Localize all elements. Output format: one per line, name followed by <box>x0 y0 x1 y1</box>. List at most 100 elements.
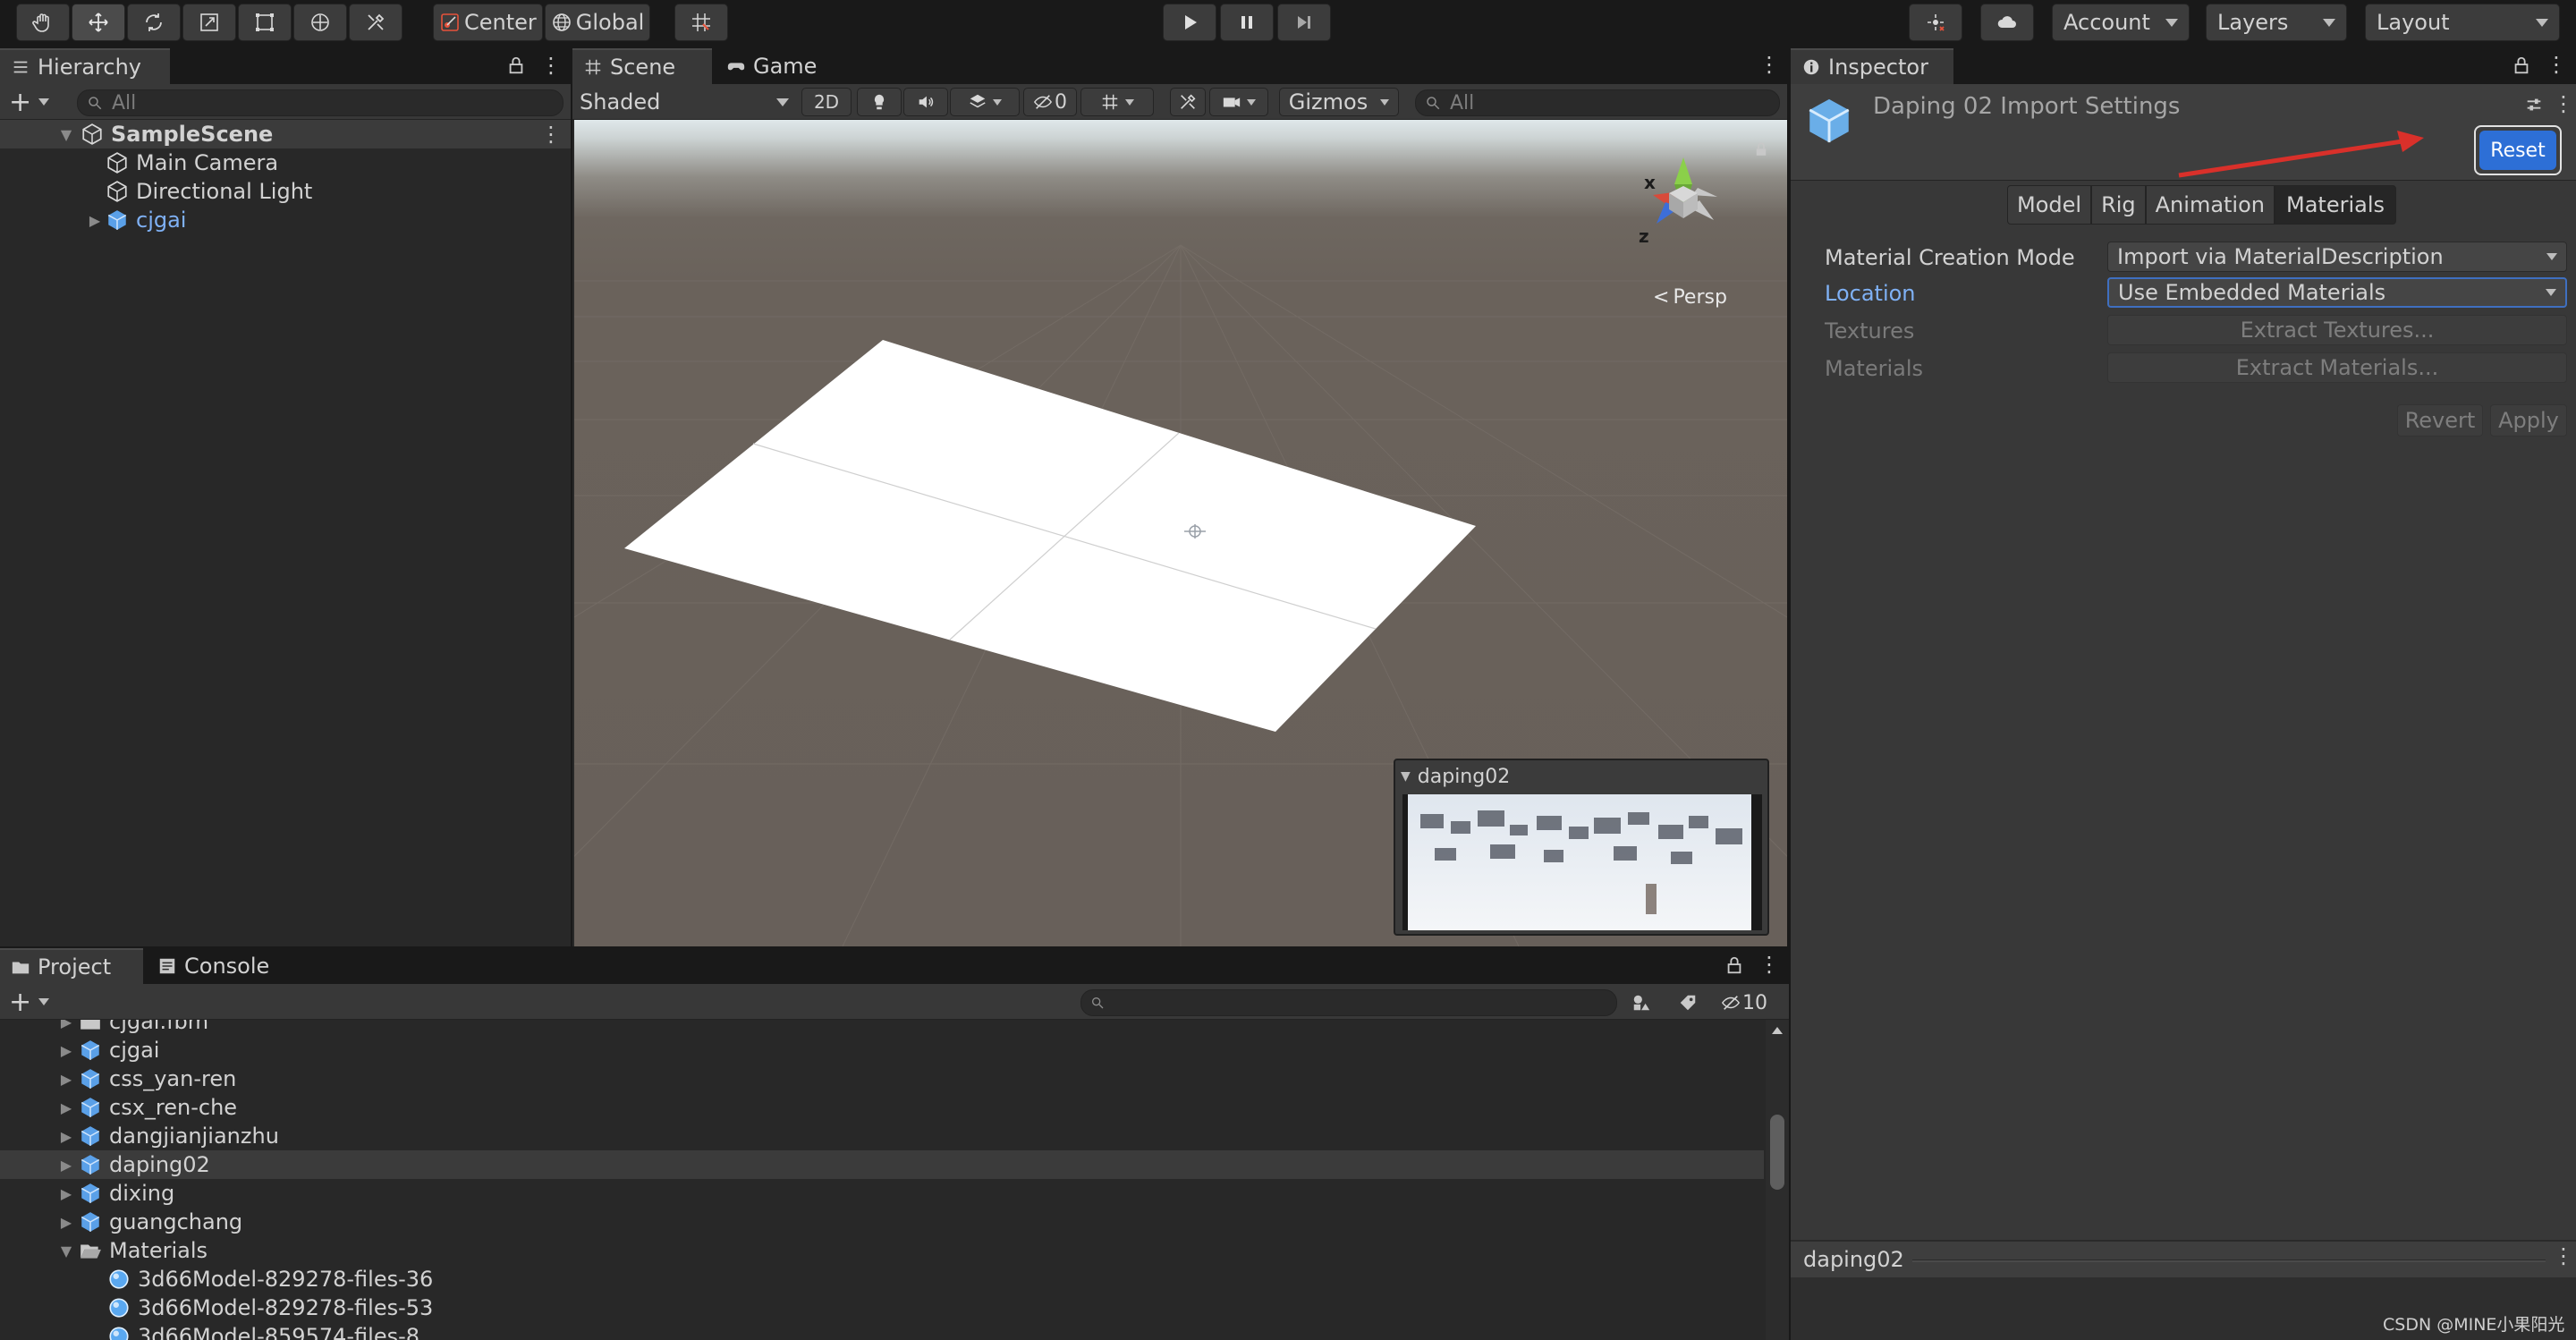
hidden-objects-toggle[interactable]: 0 <box>1023 88 1077 116</box>
lock-icon[interactable] <box>1753 141 1769 157</box>
collapse-arrow-icon[interactable]: ▼ <box>1401 769 1411 784</box>
audio-toggle[interactable] <box>903 88 948 116</box>
grid-toggle[interactable] <box>1080 88 1154 116</box>
project-model-item[interactable]: ▶ dangjianjianzhu <box>0 1122 1764 1150</box>
reset-button[interactable]: Reset <box>2479 131 2556 170</box>
lock-icon[interactable] <box>2512 55 2531 75</box>
layers-dropdown[interactable]: Layers <box>2206 4 2347 41</box>
project-material-item[interactable]: 3d66Model-859574-files-8 <box>0 1322 1764 1340</box>
kebab-menu-icon[interactable]: ⋮ <box>2546 52 2567 77</box>
kebab-menu-icon[interactable]: ⋮ <box>1758 952 1780 977</box>
project-model-item[interactable]: ▶ cjgai <box>0 1036 1764 1064</box>
apply-button[interactable]: Apply <box>2490 404 2567 437</box>
lock-icon[interactable] <box>1724 955 1744 975</box>
creation-mode-dropdown[interactable]: Import via MaterialDescription <box>2107 242 2567 272</box>
project-search-input[interactable] <box>1080 989 1617 1016</box>
tab-scene[interactable]: Scene <box>572 48 712 84</box>
tab-inspector[interactable]: Inspector <box>1791 48 1953 84</box>
play-button[interactable] <box>1163 4 1216 41</box>
camera-dropdown[interactable] <box>1209 88 1268 116</box>
lock-icon[interactable] <box>506 55 526 75</box>
custom-tool-button[interactable] <box>349 4 402 41</box>
project-material-item[interactable]: 3d66Model-829278-files-36 <box>0 1265 1764 1293</box>
tools-toggle[interactable] <box>1170 88 1206 116</box>
pivot-global-toggle[interactable]: Global <box>544 4 651 41</box>
expand-arrow-icon[interactable]: ▶ <box>57 1071 75 1088</box>
project-model-item[interactable]: ▶ dixing <box>0 1179 1764 1208</box>
projection-toggle[interactable]: < Persp <box>1653 284 1727 310</box>
lighting-toggle[interactable] <box>857 88 902 116</box>
kebab-menu-icon[interactable]: ⋮ <box>540 54 562 79</box>
tab-materials[interactable]: Materials <box>2275 185 2397 225</box>
project-scrollbar[interactable] <box>1766 1020 1789 1340</box>
tab-model[interactable]: Model <box>2007 185 2092 225</box>
filter-type-icon[interactable] <box>1631 993 1651 1013</box>
tab-project[interactable]: Project <box>0 948 143 984</box>
project-folder-item[interactable]: ▶ cjgai.fbm <box>0 1020 1764 1036</box>
label-tag-icon[interactable] <box>1678 993 1698 1013</box>
project-add-button[interactable]: + <box>9 987 50 1018</box>
shading-mode-dropdown[interactable]: Shaded <box>580 86 796 118</box>
pause-button[interactable] <box>1220 4 1274 41</box>
expand-arrow-icon[interactable]: ▼ <box>57 126 75 143</box>
scale-tool-button[interactable] <box>182 4 236 41</box>
project-material-item[interactable]: 3d66Model-829278-files-53 <box>0 1293 1764 1322</box>
hand-tool-button[interactable] <box>16 4 70 41</box>
hierarchy-add-button[interactable]: + <box>9 87 50 118</box>
tab-hierarchy[interactable]: Hierarchy <box>0 48 170 84</box>
scroll-up-arrow-icon[interactable] <box>1772 1027 1783 1034</box>
project-model-item[interactable]: ▶ css_yan-ren <box>0 1064 1764 1093</box>
hierarchy-item-directional-light[interactable]: Directional Light <box>0 177 312 206</box>
project-model-item[interactable]: ▶ guangchang <box>0 1208 1764 1236</box>
tab-animation[interactable]: Animation <box>2145 185 2275 225</box>
hierarchy-search-input[interactable]: All <box>77 89 564 116</box>
revert-button[interactable]: Revert <box>2397 404 2483 437</box>
kebab-menu-icon[interactable]: ⋮ <box>540 122 562 147</box>
project-model-item[interactable]: ▶ csx_ren-che <box>0 1093 1764 1122</box>
account-dropdown[interactable]: Account <box>2052 4 2190 41</box>
tab-game[interactable]: Game <box>716 48 841 84</box>
cloud-button[interactable] <box>1980 4 2034 41</box>
extract-materials-button[interactable]: Extract Materials... <box>2107 352 2567 383</box>
expand-arrow-icon[interactable]: ▶ <box>86 212 104 229</box>
move-tool-button[interactable] <box>72 4 125 41</box>
hierarchy-item-main-camera[interactable]: Main Camera <box>0 148 278 177</box>
hierarchy-item-cjgai[interactable]: ▶ cjgai <box>0 206 187 234</box>
collapse-arrow-icon[interactable]: ▼ <box>57 1242 75 1259</box>
extract-textures-button[interactable]: Extract Textures... <box>2107 315 2567 345</box>
expand-arrow-icon[interactable]: ▶ <box>57 1157 75 1174</box>
kebab-menu-icon[interactable]: ⋮ <box>2553 1243 2574 1268</box>
scene-viewport[interactable]: x z < Persp ▼ daping02 <box>574 120 1787 946</box>
effects-dropdown[interactable] <box>950 88 1020 116</box>
expand-arrow-icon[interactable]: ▶ <box>57 1128 75 1145</box>
tab-rig[interactable]: Rig <box>2091 185 2146 225</box>
kebab-menu-icon[interactable]: ⋮ <box>1758 52 1780 77</box>
layout-dropdown[interactable]: Layout <box>2365 4 2560 41</box>
transform-tool-button[interactable] <box>293 4 347 41</box>
gizmos-dropdown[interactable]: Gizmos <box>1279 88 1399 116</box>
expand-arrow-icon[interactable]: ▶ <box>57 1185 75 1202</box>
expand-arrow-icon[interactable]: ▶ <box>57 1020 75 1030</box>
camera-preview-header[interactable]: ▼ daping02 <box>1401 764 1510 789</box>
scrollbar-thumb[interactable] <box>1770 1115 1784 1190</box>
location-dropdown[interactable]: Use Embedded Materials <box>2107 277 2567 308</box>
rotate-tool-button[interactable] <box>127 4 181 41</box>
plane-object[interactable] <box>624 340 1476 732</box>
kebab-menu-icon[interactable]: ⋮ <box>2553 91 2574 116</box>
project-model-item[interactable]: ▶ daping02 <box>0 1150 1764 1179</box>
scene-search-input[interactable]: All <box>1415 89 1780 116</box>
pivot-center-toggle[interactable]: Center <box>433 4 543 41</box>
expand-arrow-icon[interactable]: ▶ <box>57 1042 75 1059</box>
project-folder-item[interactable]: ▼ Materials <box>0 1236 1764 1265</box>
expand-arrow-icon[interactable]: ▶ <box>57 1099 75 1116</box>
rect-tool-button[interactable] <box>238 4 292 41</box>
collab-button[interactable] <box>1909 4 1962 41</box>
step-button[interactable] <box>1277 4 1331 41</box>
hidden-packages-toggle[interactable]: 10 <box>1721 989 1767 1016</box>
preset-icon[interactable] <box>2524 95 2544 114</box>
grid-snap-button[interactable] <box>674 4 728 41</box>
scene-row[interactable]: ▼ SampleScene ⋮ <box>0 120 571 148</box>
expand-arrow-icon[interactable]: ▶ <box>57 1214 75 1231</box>
mode-2d-toggle[interactable]: 2D <box>801 88 852 116</box>
tab-console[interactable]: Console <box>147 948 290 984</box>
